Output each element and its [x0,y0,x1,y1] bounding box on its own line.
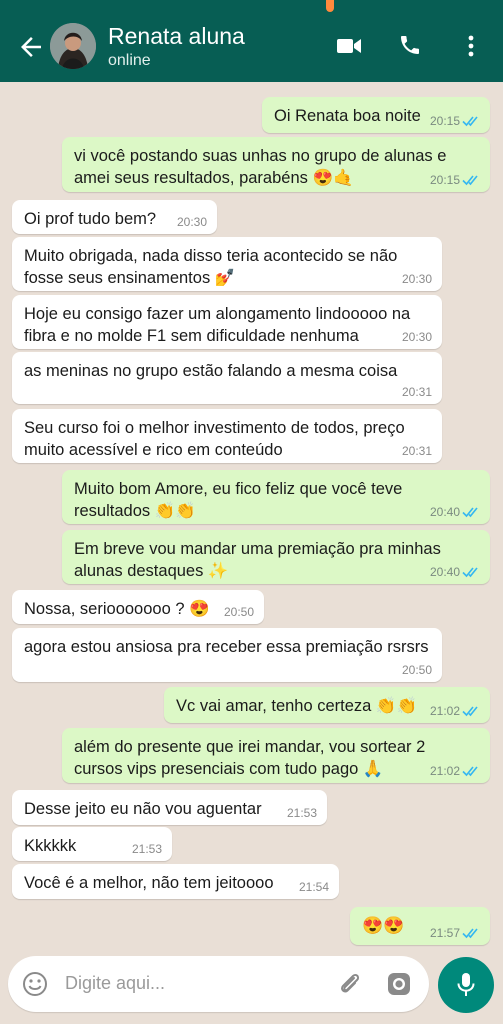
message-text: as meninas no grupo estão falando a mesm… [24,362,398,380]
message-meta: 21:53 [287,806,317,820]
arrow-left-icon[interactable] [16,32,46,62]
message-text: Hoje eu consigo fazer um alongamento lin… [24,305,411,345]
message-meta: 21:54 [299,880,329,894]
message-time: 21:57 [429,926,460,940]
message-time: 21:02 [429,704,460,718]
message-time: 20:15 [429,114,460,128]
double-check-icon [462,507,478,518]
message-incoming[interactable]: agora estou ansiosa pra receber essa pre… [12,628,442,682]
message-outgoing[interactable]: vi você postando suas unhas no grupo de … [62,137,490,192]
message-incoming[interactable]: Hoje eu consigo fazer um alongamento lin… [12,295,442,349]
message-text: vi você postando suas unhas no grupo de … [74,147,447,187]
message-meta: 20:50 [402,663,432,677]
message-time: 21:54 [298,880,329,894]
message-time: 20:31 [401,444,432,458]
message-text: além do presente que irei mandar, vou so… [74,738,426,778]
message-input[interactable]: Digite aqui... [65,973,165,994]
message-outgoing[interactable]: além do presente que irei mandar, vou so… [62,728,490,783]
message-meta: 20:50 [224,605,254,619]
message-text: Muito obrigada, nada disso teria acontec… [24,247,398,287]
message-text: Oi prof tudo bem? [24,210,157,228]
message-meta: 20:15 [430,173,480,187]
message-text: agora estou ansiosa pra receber essa pre… [24,638,429,656]
double-check-icon [462,175,478,186]
message-time: 21:53 [131,842,162,856]
message-meta: 20:31 [402,444,432,458]
message-meta: 20:15 [430,114,480,128]
message-text: Seu curso foi o melhor investimento de t… [24,419,405,459]
message-meta: 21:53 [132,842,162,856]
message-incoming[interactable]: Nossa, seriooooooo ? 😍 20:50 [12,590,264,624]
message-time: 20:30 [176,215,207,229]
message-meta: 20:40 [430,505,480,519]
message-incoming[interactable]: Você é a melhor, não tem jeitoooo 21:54 [12,864,339,899]
message-incoming[interactable]: Desse jeito eu não vou aguentar 21:53 [12,790,327,825]
camera-icon[interactable] [385,970,413,998]
message-meta: 21:02 [430,764,480,778]
double-check-icon [462,567,478,578]
message-meta: 20:30 [402,272,432,286]
phone-icon[interactable] [398,33,422,57]
contact-name: Renata aluna [108,23,245,49]
avatar[interactable] [50,23,96,69]
message-time: 20:15 [429,173,460,187]
message-text: Muito bom Amore, eu fico feliz que você … [74,480,403,520]
message-outgoing[interactable]: Em breve vou mandar uma premiação pra mi… [62,530,490,584]
message-outgoing[interactable]: 😍😍 21:57 [350,907,490,945]
message-time: 20:31 [401,385,432,399]
message-outgoing[interactable]: Muito bom Amore, eu fico feliz que você … [62,470,490,524]
emoji-icon[interactable] [22,971,48,997]
message-time: 21:02 [429,764,460,778]
message-outgoing[interactable]: Vc vai amar, tenho certeza 👏👏 21:02 [164,687,490,723]
chat-header: Renata aluna online [0,14,503,82]
status-bar [0,0,503,14]
message-time: 20:30 [401,330,432,344]
message-meta: 21:02 [430,704,480,718]
recording-indicator [326,0,334,12]
double-check-icon [462,116,478,127]
message-text: Em breve vou mandar uma premiação pra mi… [74,540,441,580]
double-check-icon [462,928,478,939]
message-composer: Digite aqui... [8,956,429,1012]
message-text: 😍😍 [362,916,405,935]
double-check-icon [462,766,478,777]
message-time: 20:50 [401,663,432,677]
avatar-image [50,23,96,69]
contact-info[interactable]: Renata aluna online [108,22,245,72]
video-call-icon[interactable] [336,36,362,56]
message-time: 21:53 [286,806,317,820]
microphone-button[interactable] [438,957,494,1013]
message-outgoing[interactable]: Oi Renata boa noite 20:15 [262,97,490,133]
message-text: Vc vai amar, tenho certeza 👏👏 [176,697,418,715]
more-vertical-icon[interactable] [466,34,476,58]
message-time: 20:50 [223,605,254,619]
message-time: 20:30 [401,272,432,286]
message-meta: 20:30 [177,215,207,229]
message-text: Você é a melhor, não tem jeitoooo [24,874,274,892]
message-incoming[interactable]: Seu curso foi o melhor investimento de t… [12,409,442,463]
paperclip-icon[interactable] [336,970,364,998]
message-text: Desse jeito eu não vou aguentar [24,800,262,818]
message-meta: 21:57 [430,926,480,940]
message-meta: 20:40 [430,565,480,579]
message-text: Nossa, seriooooooo ? 😍 [24,600,210,618]
message-meta: 20:30 [402,330,432,344]
message-text: Oi Renata boa noite [274,107,421,125]
message-meta: 20:31 [402,385,432,399]
contact-status: online [108,52,151,69]
message-incoming[interactable]: Muito obrigada, nada disso teria acontec… [12,237,442,291]
microphone-icon [457,973,475,996]
chat-area[interactable]: Oi Renata boa noite 20:15 vi você postan… [0,82,503,945]
message-text: Kkkkkk [24,837,77,855]
message-time: 20:40 [429,505,460,519]
message-incoming[interactable]: Kkkkkk 21:53 [12,827,172,861]
message-incoming[interactable]: Oi prof tudo bem? 20:30 [12,200,217,234]
message-incoming[interactable]: as meninas no grupo estão falando a mesm… [12,352,442,404]
message-time: 20:40 [429,565,460,579]
double-check-icon [462,706,478,717]
